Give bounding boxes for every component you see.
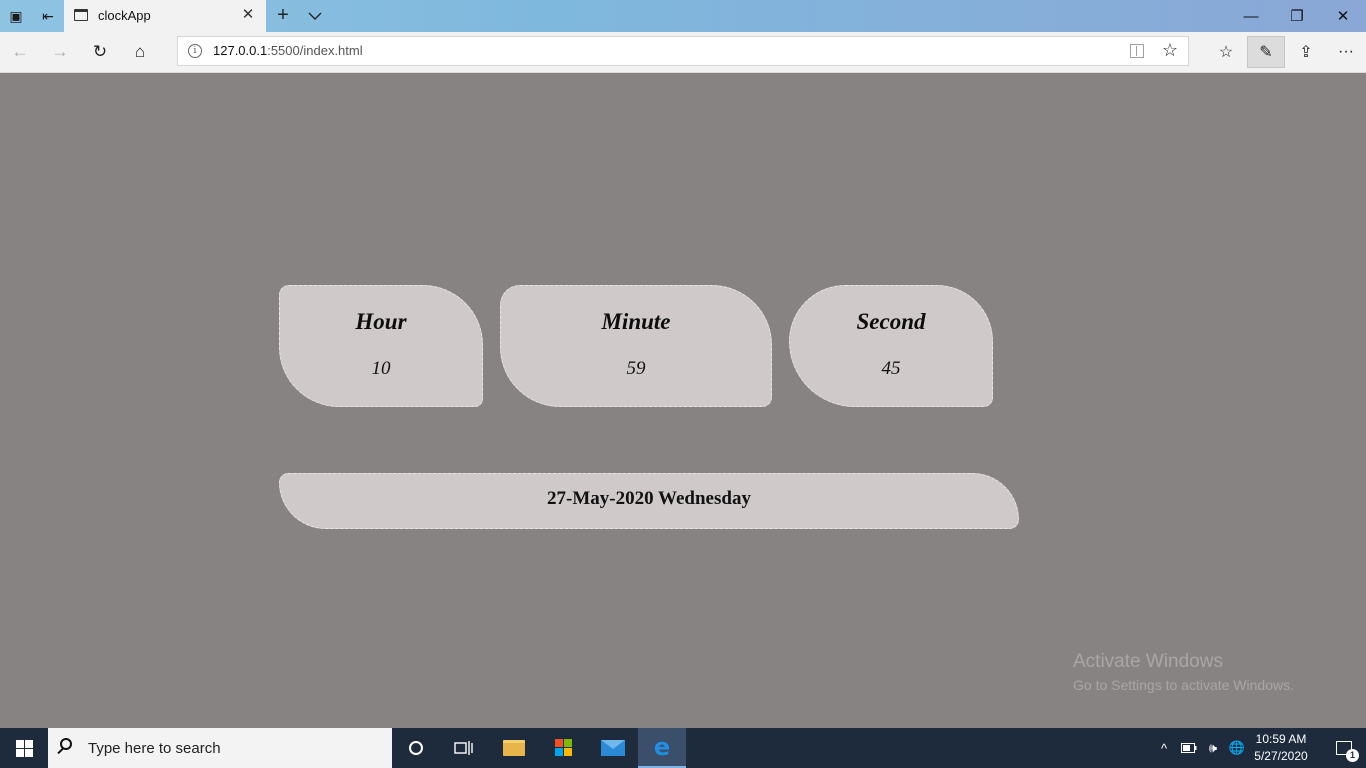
edge-icon: e <box>653 733 671 761</box>
notification-icon: 1 <box>1336 741 1359 762</box>
url-path: :5500/index.html <box>267 43 363 58</box>
address-bar[interactable]: i 127.0.0.1:5500/index.html ☆ <box>177 36 1189 66</box>
tab-close-button[interactable]: ✕ <box>238 5 258 23</box>
taskbar-clock[interactable]: 10:59 AM 5/27/2020 <box>1248 731 1314 765</box>
task-view-button[interactable] <box>440 728 488 768</box>
reading-view-icon[interactable] <box>1130 44 1144 58</box>
restore-button[interactable]: ❐ <box>1274 0 1320 32</box>
set-aside-tabs-icon[interactable]: ⇤ <box>32 0 64 32</box>
date-card: 27-May-2020 Wednesday <box>279 473 1019 529</box>
minute-card: Minute 59 <box>500 285 772 407</box>
share-icon[interactable]: ⇪ <box>1287 36 1325 68</box>
clock-time: 10:59 AM <box>1255 732 1307 746</box>
site-info-icon[interactable]: i <box>188 44 202 58</box>
show-hidden-icons-chevron[interactable]: ^ <box>1154 728 1174 768</box>
hour-card: Hour 10 <box>279 285 483 407</box>
second-label: Second <box>856 309 926 334</box>
browser-title-bar: ▣ ⇤ clockApp ✕ + — ❐ ✕ <box>0 0 1366 32</box>
edge-button[interactable]: e <box>638 728 686 768</box>
battery-icon[interactable] <box>1178 728 1200 768</box>
more-options-icon[interactable]: ··· <box>1327 36 1365 68</box>
favorites-hub-icon[interactable]: ☆ <box>1207 36 1245 68</box>
url-text[interactable]: 127.0.0.1:5500/index.html <box>213 43 363 58</box>
cortana-icon <box>409 741 423 755</box>
minute-value: 59 <box>626 358 646 379</box>
web-notes-icon[interactable]: ✎ <box>1247 36 1285 68</box>
page-icon <box>74 9 88 21</box>
activate-windows-watermark: Activate Windows Go to Settings to activ… <box>1073 651 1294 693</box>
tab-title: clockApp <box>98 8 151 23</box>
watermark-title: Activate Windows <box>1073 651 1223 672</box>
volume-icon[interactable]: 🕪 <box>1202 728 1224 768</box>
taskbar-search-box[interactable]: Type here to search <box>48 728 392 768</box>
search-placeholder: Type here to search <box>88 740 221 757</box>
home-button[interactable]: ⌂ <box>122 36 158 68</box>
minute-label: Minute <box>601 309 671 334</box>
store-icon <box>555 739 573 757</box>
network-icon[interactable]: 🌐 <box>1226 728 1248 768</box>
task-view-icon <box>454 741 473 755</box>
file-explorer-button[interactable] <box>490 728 538 768</box>
new-tab-button[interactable]: + <box>270 3 296 29</box>
windows-logo-icon <box>15 739 33 757</box>
folder-icon <box>503 740 525 756</box>
search-icon <box>60 738 72 750</box>
clock-date: 5/27/2020 <box>1254 749 1308 763</box>
action-center-button[interactable]: 1 <box>1322 728 1366 768</box>
favorite-star-icon[interactable]: ☆ <box>1162 40 1178 61</box>
watermark-subtitle: Go to Settings to activate Windows. <box>1073 677 1294 693</box>
back-button[interactable]: ← <box>2 36 38 68</box>
hour-label: Hour <box>355 309 407 334</box>
tab-actions-icon[interactable]: ▣ <box>0 0 32 32</box>
store-button[interactable] <box>540 728 588 768</box>
navigation-bar: ← → ↻ ⌂ i 127.0.0.1:5500/index.html ☆ ☆ … <box>0 32 1366 73</box>
tab-list-chevron-icon[interactable] <box>302 3 328 29</box>
page-viewport: Hour 10 Minute 59 Second 45 27-May-2020 … <box>0 73 1366 728</box>
second-card: Second 45 <box>789 285 993 407</box>
mail-icon <box>601 740 625 756</box>
date-text: 27-May-2020 Wednesday <box>547 488 751 509</box>
taskbar: Type here to search e ^ 🕪 🌐 10:59 AM 5/2… <box>0 728 1366 768</box>
start-button[interactable] <box>0 728 48 768</box>
second-value: 45 <box>881 358 901 379</box>
tab-clockapp[interactable]: clockApp ✕ <box>64 0 266 32</box>
cortana-button[interactable] <box>392 728 440 768</box>
close-window-button[interactable]: ✕ <box>1320 0 1366 32</box>
minimize-button[interactable]: — <box>1228 0 1274 32</box>
url-host: 127.0.0.1 <box>213 43 268 58</box>
refresh-button[interactable]: ↻ <box>82 36 118 68</box>
hour-value: 10 <box>371 358 391 379</box>
notification-count-badge: 1 <box>1346 749 1359 762</box>
forward-button[interactable]: → <box>42 36 78 68</box>
mail-button[interactable] <box>589 728 637 768</box>
